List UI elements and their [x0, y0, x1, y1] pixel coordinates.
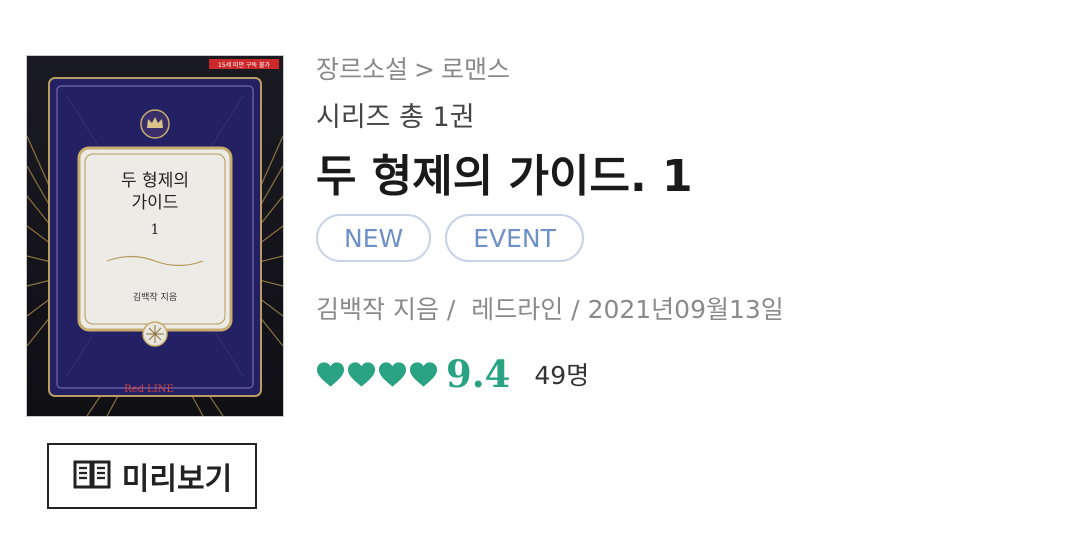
heart-icon — [347, 361, 376, 387]
book-cover[interactable]: 두 형제의 가이드 1 김백작 지음 15세 미만 구독 불가 Red LINE — [26, 55, 284, 417]
cover-title-line2: 가이드 — [132, 193, 179, 213]
rating-count[interactable]: 49명 — [534, 356, 589, 392]
series-count[interactable]: 시리즈 총 1권 — [316, 95, 475, 134]
book-icon — [72, 457, 112, 495]
breadcrumb-genre[interactable]: 장르소설 — [316, 55, 408, 84]
new-badge: NEW — [316, 214, 432, 262]
rating: 9.4 49명 — [316, 352, 589, 396]
book-detail-page: 두 형제의 가이드 1 김백작 지음 15세 미만 구독 불가 Red LINE… — [0, 0, 1079, 556]
publisher-logo: Red LINE — [124, 384, 174, 395]
cover-volume: 1 — [151, 222, 160, 238]
age-restriction-badge: 15세 미만 구독 불가 — [218, 61, 270, 69]
publisher-link[interactable]: 레드라인 / — [471, 295, 579, 324]
author-link[interactable]: 김백작 지음 / — [316, 295, 455, 324]
heart-icon — [378, 361, 407, 387]
event-badge: EVENT — [445, 214, 584, 262]
preview-button[interactable]: 미리보기 — [47, 443, 257, 509]
cover-title-line1: 두 형제의 — [121, 171, 189, 191]
book-cover-art: 두 형제의 가이드 1 김백작 지음 15세 미만 구독 불가 Red LINE — [27, 56, 283, 416]
publish-date: 2021년09월13일 — [587, 295, 784, 324]
breadcrumb-separator: > — [414, 55, 435, 84]
cover-author: 김백작 지음 — [133, 291, 177, 303]
badge-group: NEW EVENT — [316, 214, 584, 262]
breadcrumb: 장르소설 > 로맨스 — [316, 50, 510, 86]
rating-hearts — [316, 361, 438, 388]
preview-label: 미리보기 — [121, 462, 233, 497]
breadcrumb-subgenre[interactable]: 로맨스 — [441, 55, 510, 84]
heart-icon — [409, 361, 438, 387]
book-meta: 김백작 지음 / 레드라인 / 2021년09월13일 — [316, 290, 784, 326]
rating-score: 9.4 — [446, 352, 511, 396]
book-title: 두 형제의 가이드. 1 — [316, 151, 693, 202]
heart-icon — [316, 361, 345, 387]
